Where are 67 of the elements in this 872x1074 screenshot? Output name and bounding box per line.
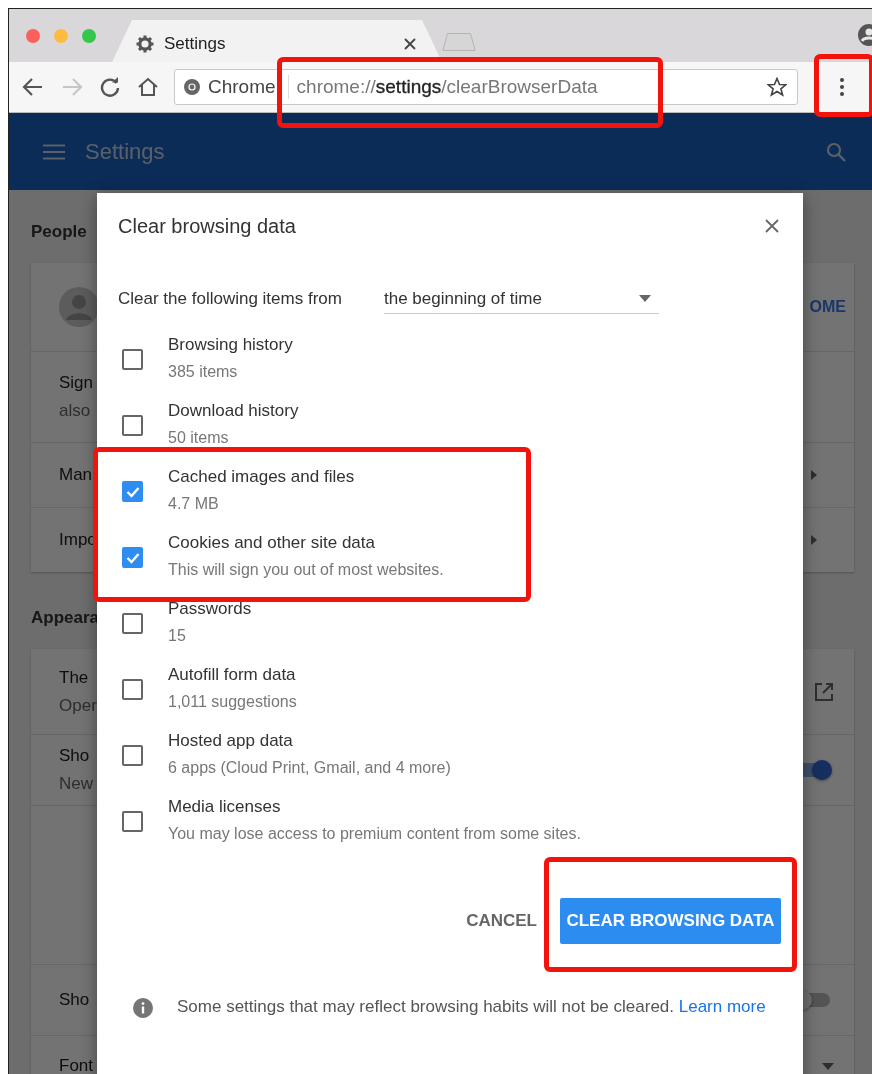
- option-label: Cached images and files: [168, 466, 355, 488]
- option-detail: 6 apps (Cloud Print, Gmail, and 4 more): [168, 758, 451, 778]
- address-bar[interactable]: Chrome chrome://settings/clearBrowserData: [174, 69, 798, 105]
- chevron-right-icon[interactable]: [810, 535, 818, 545]
- chevron-right-icon[interactable]: [810, 470, 818, 480]
- checkbox[interactable]: [122, 415, 143, 436]
- setting-label: Sho: [59, 745, 91, 767]
- checkbox[interactable]: [122, 613, 143, 634]
- checkmark-icon: [125, 485, 140, 498]
- setting-label: Man: [59, 464, 93, 486]
- page-title: Settings: [85, 138, 165, 165]
- option-detail: 15: [168, 626, 187, 646]
- option-label: Download history: [168, 400, 299, 422]
- checkbox[interactable]: [122, 481, 143, 502]
- option-label: Cookies and other site data: [168, 532, 376, 554]
- setting-label: Font: [59, 1055, 94, 1074]
- checkbox[interactable]: [122, 349, 143, 370]
- back-icon[interactable]: [22, 77, 44, 97]
- dialog-title: Clear browsing data: [118, 214, 297, 238]
- section-heading: People: [31, 222, 87, 242]
- info-icon: [133, 998, 153, 1018]
- gear-icon: [136, 35, 154, 53]
- option-detail: 1,011 suggestions: [168, 692, 297, 712]
- setting-label: The: [59, 666, 90, 689]
- info-note: Some settings that may reflect browsing habits will not be cleared. Learn more: [177, 996, 767, 1018]
- time-range-dropdown[interactable]: the beginning of time: [384, 284, 659, 314]
- option-label: Hosted app data: [168, 730, 294, 752]
- menu-icon[interactable]: [839, 77, 845, 97]
- setting-label: Sign: [59, 372, 94, 394]
- close-icon[interactable]: [765, 219, 779, 233]
- star-icon[interactable]: [767, 77, 787, 97]
- setting-description: Oper: [59, 694, 97, 717]
- url-text: chrome://settings/clearBrowserData: [296, 76, 598, 98]
- checkbox[interactable]: [122, 811, 143, 832]
- option-detail: 385 items: [168, 362, 239, 382]
- tab-title: Settings: [164, 34, 227, 54]
- checkbox[interactable]: [122, 547, 143, 568]
- checkbox[interactable]: [122, 679, 143, 700]
- site-label: Chrome: [208, 76, 276, 98]
- checkbox[interactable]: [122, 745, 143, 766]
- setting-description: New: [59, 773, 93, 795]
- profile-icon[interactable]: [858, 24, 872, 46]
- home-icon[interactable]: [137, 77, 159, 97]
- option-detail: This will sign you out of most websites.: [168, 560, 444, 580]
- range-label: Clear the following items from: [118, 289, 343, 309]
- caret-icon: [639, 295, 651, 302]
- section-heading: Appeara: [31, 608, 100, 628]
- clear-data-button[interactable]: CLEAR BROWSING DATA: [560, 898, 781, 944]
- avatar-icon: [59, 287, 99, 327]
- reload-icon[interactable]: [100, 77, 120, 97]
- cancel-button[interactable]: CANCEL: [466, 911, 537, 931]
- option-detail: 50 items: [168, 428, 230, 448]
- option-label: Autofill form data: [168, 664, 297, 686]
- option-label: Passwords: [168, 598, 252, 620]
- browser-tab[interactable]: Settings: [112, 20, 442, 62]
- checkmark-icon: [125, 551, 140, 564]
- close-icon[interactable]: [404, 38, 416, 50]
- option-detail: You may lose access to premium content from some sites.: [168, 824, 581, 844]
- external-link-icon[interactable]: [814, 681, 834, 702]
- option-label: Browsing history: [168, 334, 293, 356]
- setting-label: Sho: [59, 989, 90, 1011]
- setting-description: also: [59, 400, 92, 422]
- learn-more-link[interactable]: Learn more: [678, 997, 766, 1016]
- chrome-logo-icon: [184, 79, 200, 95]
- caret-icon[interactable]: [822, 1062, 834, 1070]
- option-label: Media licenses: [168, 796, 282, 818]
- option-detail: 4.7 MB: [168, 494, 220, 514]
